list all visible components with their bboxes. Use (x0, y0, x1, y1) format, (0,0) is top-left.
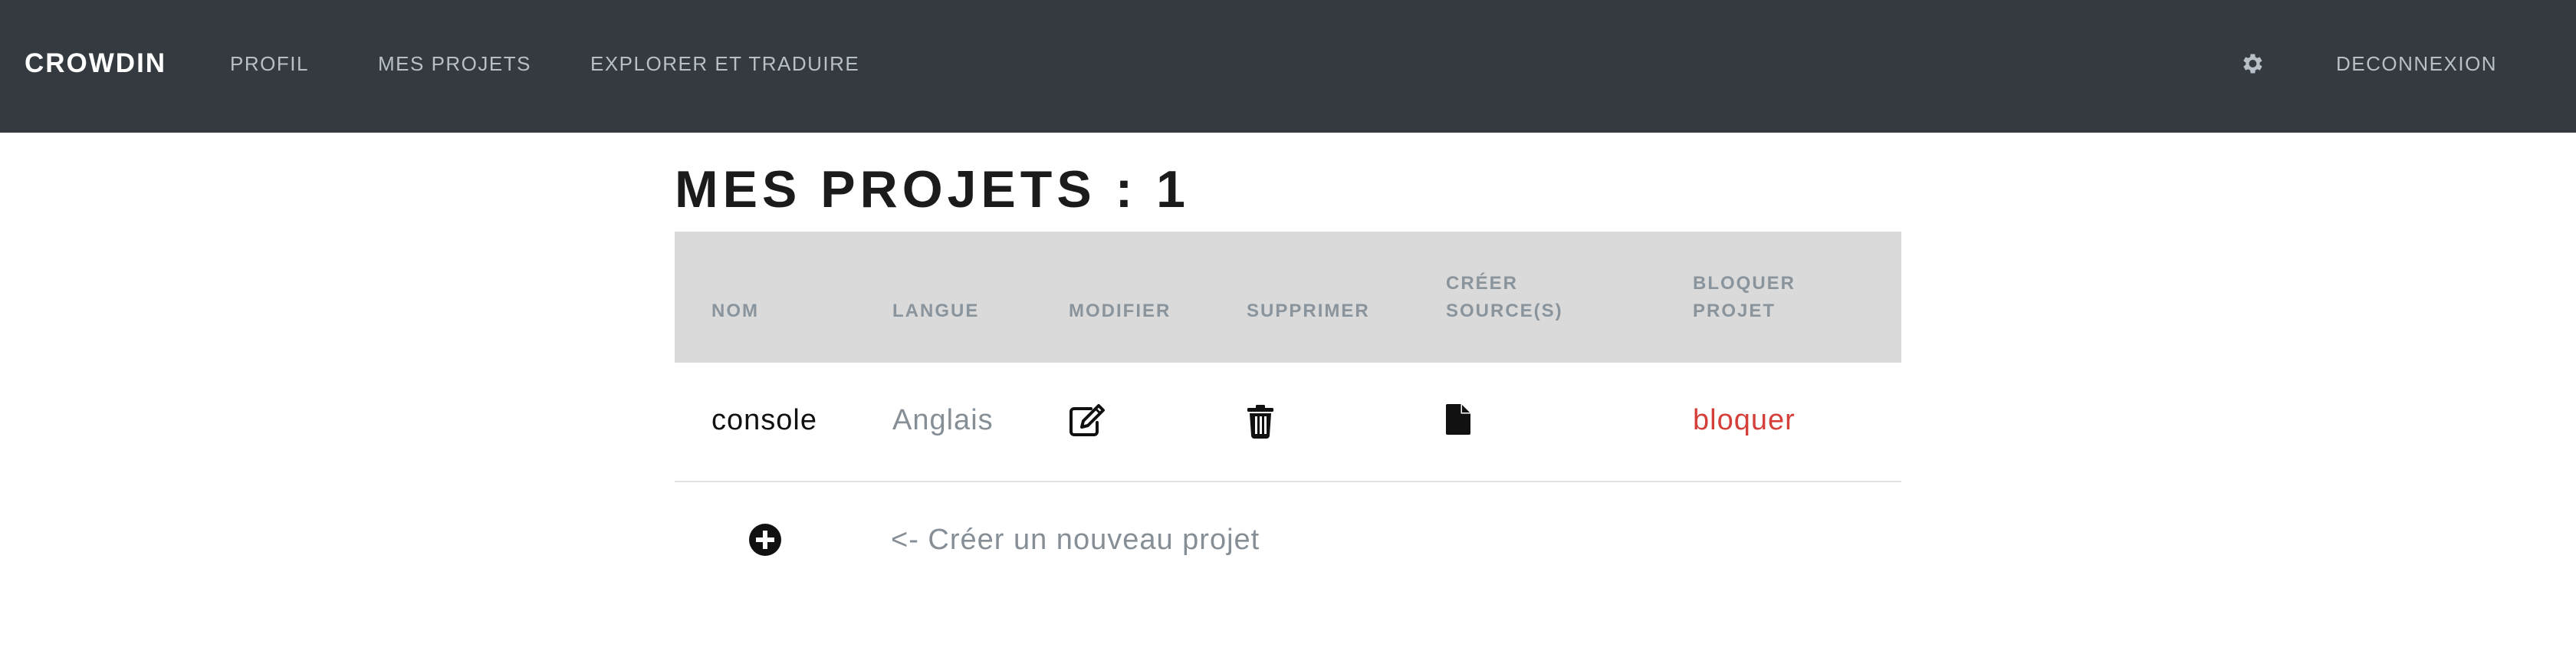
edit-icon[interactable] (1068, 404, 1106, 438)
column-header-supprimer: SUPPRIMER (1247, 301, 1370, 321)
page-title: MES PROJETS : 1 (675, 160, 1190, 219)
project-language: Anglais (892, 404, 994, 436)
nav-link-mes-projets[interactable]: MES PROJETS (378, 51, 531, 77)
column-header-langue: LANGUE (892, 301, 980, 321)
trash-icon[interactable] (1247, 403, 1274, 439)
column-header-nom: NOM (711, 301, 759, 321)
column-header-bloquer-projet: BLOQUER PROJET (1693, 270, 1877, 325)
top-navbar: CROWDIN PROFIL MES PROJETS EXPLORER ET T… (0, 0, 2576, 133)
plus-circle-icon[interactable] (748, 523, 782, 557)
project-name: console (711, 404, 817, 436)
projects-table: NOM LANGUE MODIFIER SUPPRIMER CRÉER SOUR… (675, 232, 1901, 597)
file-icon[interactable] (1446, 404, 1470, 435)
column-header-creer-line2: SOURCE(S) (1446, 301, 1563, 321)
nav-link-profil[interactable]: PROFIL (230, 51, 309, 77)
table-row: console Anglais bloquer (675, 363, 1901, 482)
column-header-creer-line1: CRÉER (1446, 273, 1519, 294)
nav-link-explorer[interactable]: EXPLORER ET TRADUIRE (590, 51, 859, 77)
block-project-link[interactable]: bloquer (1693, 403, 1796, 438)
logout-link[interactable]: DECONNEXION (2336, 51, 2497, 77)
column-header-bloquer-line1: BLOQUER (1693, 273, 1796, 294)
create-project-link[interactable]: <- Créer un nouveau projet (891, 522, 1260, 557)
table-header: NOM LANGUE MODIFIER SUPPRIMER CRÉER SOUR… (675, 232, 1901, 363)
add-project-row: <- Créer un nouveau projet (675, 482, 1901, 597)
column-header-modifier: MODIFIER (1069, 301, 1171, 321)
column-header-creer-source: CRÉER SOURCE(S) (1446, 270, 1630, 325)
gear-icon[interactable] (2239, 51, 2265, 77)
column-header-bloquer-line2: PROJET (1693, 301, 1776, 321)
brand-logo[interactable]: CROWDIN (25, 48, 166, 80)
